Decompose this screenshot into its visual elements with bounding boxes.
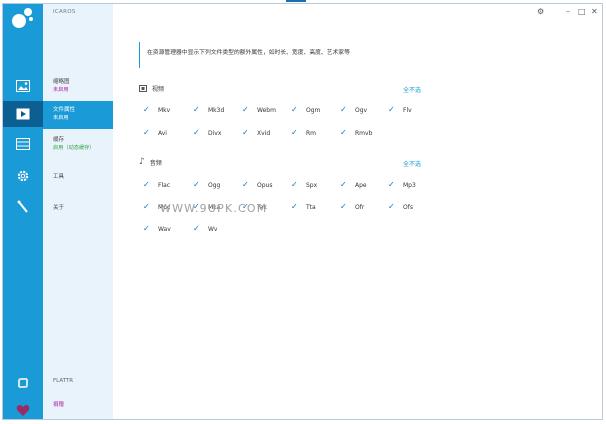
menu-item-label: 工具 bbox=[53, 174, 65, 180]
storage-icon bbox=[16, 138, 30, 150]
nav-cache-icon[interactable] bbox=[3, 131, 43, 157]
checkbox-mp3[interactable]: ✓ Mp3 bbox=[388, 181, 416, 189]
checkmark-icon: ✓ bbox=[291, 128, 298, 137]
section-header-video: 视频 bbox=[139, 84, 164, 93]
checkmark-icon: ✓ bbox=[193, 180, 200, 189]
maximize-icon[interactable]: □ bbox=[578, 7, 586, 16]
checkmark-icon: ✓ bbox=[388, 105, 395, 114]
menu-item-label: 关于 bbox=[53, 205, 65, 211]
app-window: ICAROS 缩略图 未启用 文件属性 未启用 缓存 启用（动态缓存） 工具 关… bbox=[2, 3, 603, 420]
menu-item-cache[interactable]: 缓存 启用（动态缓存） bbox=[43, 131, 113, 159]
close-icon[interactable]: ✕ bbox=[591, 7, 598, 16]
checkbox-flv[interactable]: ✓ Flv bbox=[388, 106, 412, 114]
flattr-icon bbox=[18, 378, 28, 388]
app-logo-icon bbox=[12, 8, 33, 28]
menu-item-about[interactable]: 关于 bbox=[43, 199, 113, 227]
film-icon bbox=[139, 85, 147, 92]
checkbox-xvid[interactable]: ✓ Xvid bbox=[242, 129, 270, 137]
checkbox-ofr[interactable]: ✓ Ofr bbox=[340, 203, 364, 211]
menu-item-status: 未启用 bbox=[53, 115, 69, 121]
checkmark-icon: ✓ bbox=[143, 105, 150, 114]
checkmark-icon: ✓ bbox=[340, 202, 347, 211]
checkbox-rm[interactable]: ✓ Rm bbox=[291, 129, 316, 137]
menu-item-label: 缓存 bbox=[53, 137, 65, 143]
nav-about-icon[interactable] bbox=[3, 194, 43, 220]
section-title: 视频 bbox=[152, 86, 165, 93]
settings-gear-icon[interactable]: ⚙ bbox=[537, 7, 544, 16]
watermark-text: WWW.9UPK.COM bbox=[160, 202, 268, 215]
checkbox-mkv[interactable]: ✓ Mkv bbox=[143, 106, 170, 114]
checkmark-icon: ✓ bbox=[143, 180, 150, 189]
checkbox-ape[interactable]: ✓ Ape bbox=[340, 181, 367, 189]
menu-item-label: 文件属性 bbox=[53, 107, 76, 113]
checkmark-icon: ✓ bbox=[388, 180, 395, 189]
checkbox-ogv[interactable]: ✓ Ogv bbox=[340, 106, 367, 114]
nav-flattr-icon[interactable] bbox=[3, 370, 43, 396]
checkbox-rmvb[interactable]: ✓ Rmvb bbox=[340, 129, 372, 137]
checkmark-icon: ✓ bbox=[242, 128, 249, 137]
checkbox-ofs[interactable]: ✓ Ofs bbox=[388, 203, 413, 211]
menu-item-tools[interactable]: 工具 bbox=[43, 168, 113, 196]
description-text: 在资源管理器中显示下列文件类型的额外属性，如时长、宽度、高度、艺术家等 bbox=[139, 42, 350, 68]
checkmark-icon: ✓ bbox=[340, 105, 347, 114]
checkmark-icon: ✓ bbox=[143, 224, 150, 233]
image-icon bbox=[16, 80, 30, 92]
wand-icon bbox=[17, 200, 28, 213]
checkmark-icon: ✓ bbox=[291, 180, 298, 189]
heart-icon bbox=[16, 404, 30, 416]
checkmark-icon: ✓ bbox=[242, 180, 249, 189]
checkmark-icon: ✓ bbox=[193, 224, 200, 233]
checkbox-ogm[interactable]: ✓ Ogm bbox=[291, 106, 320, 114]
menu-item-properties[interactable]: 文件属性 未启用 bbox=[43, 101, 113, 129]
checkbox-mk3d[interactable]: ✓ Mk3d bbox=[193, 106, 224, 114]
checkmark-icon: ✓ bbox=[340, 128, 347, 137]
checkmark-icon: ✓ bbox=[143, 128, 150, 137]
section-title: 音频 bbox=[149, 159, 162, 167]
menu-panel: ICAROS 缩略图 未启用 文件属性 未启用 缓存 启用（动态缓存） 工具 关… bbox=[43, 4, 113, 419]
checkmark-icon: ✓ bbox=[193, 105, 200, 114]
top-accent-line bbox=[286, 0, 306, 2]
checkmark-icon: ✓ bbox=[242, 105, 249, 114]
checkbox-avi[interactable]: ✓ Avi bbox=[143, 129, 167, 137]
checkbox-divx[interactable]: ✓ Divx bbox=[193, 129, 221, 137]
nav-donate-icon[interactable] bbox=[3, 397, 43, 423]
icon-sidebar bbox=[3, 4, 43, 419]
menu-item-label: FLATTR bbox=[53, 378, 74, 384]
gear-icon bbox=[17, 170, 29, 182]
checkbox-wav[interactable]: ✓ Wav bbox=[143, 225, 171, 233]
checkmark-icon: ✓ bbox=[193, 128, 200, 137]
menu-item-donate[interactable]: 捐赠 bbox=[43, 396, 113, 424]
checkmark-icon: ✓ bbox=[291, 202, 298, 211]
checkbox-ogg[interactable]: ✓ Ogg bbox=[193, 181, 220, 189]
menu-item-status: 启用（动态缓存） bbox=[53, 145, 95, 151]
app-title: ICAROS bbox=[53, 9, 76, 15]
checkbox-wv[interactable]: ✓ Wv bbox=[193, 225, 217, 233]
menu-item-status: 未启用 bbox=[53, 87, 69, 93]
nav-properties-icon[interactable] bbox=[3, 101, 43, 127]
minimize-icon[interactable]: – bbox=[566, 7, 570, 16]
checkbox-webm[interactable]: ✓ Webm bbox=[242, 106, 276, 114]
play-icon bbox=[16, 108, 30, 120]
checkbox-spx[interactable]: ✓ Spx bbox=[291, 181, 317, 189]
checkmark-icon: ✓ bbox=[291, 105, 298, 114]
section-header-audio: ♪ 音频 bbox=[139, 157, 162, 167]
menu-item-label: 捐赠 bbox=[53, 402, 65, 408]
checkbox-flac[interactable]: ✓ Flac bbox=[143, 181, 170, 189]
clear-all-video-link[interactable]: 全不选 bbox=[403, 85, 421, 94]
clear-all-audio-link[interactable]: 全不选 bbox=[403, 159, 421, 168]
music-note-icon: ♪ bbox=[139, 157, 145, 167]
checkbox-opus[interactable]: ✓ Opus bbox=[242, 181, 272, 189]
menu-item-label: 缩略图 bbox=[53, 79, 70, 85]
nav-tools-icon[interactable] bbox=[3, 163, 43, 189]
checkmark-icon: ✓ bbox=[388, 202, 395, 211]
menu-item-thumbnail[interactable]: 缩略图 未启用 bbox=[43, 73, 113, 101]
checkbox-tta[interactable]: ✓ Tta bbox=[291, 203, 316, 211]
checkmark-icon: ✓ bbox=[340, 180, 347, 189]
nav-thumbnail-icon[interactable] bbox=[3, 73, 43, 99]
checkmark-icon: ✓ bbox=[143, 202, 150, 211]
